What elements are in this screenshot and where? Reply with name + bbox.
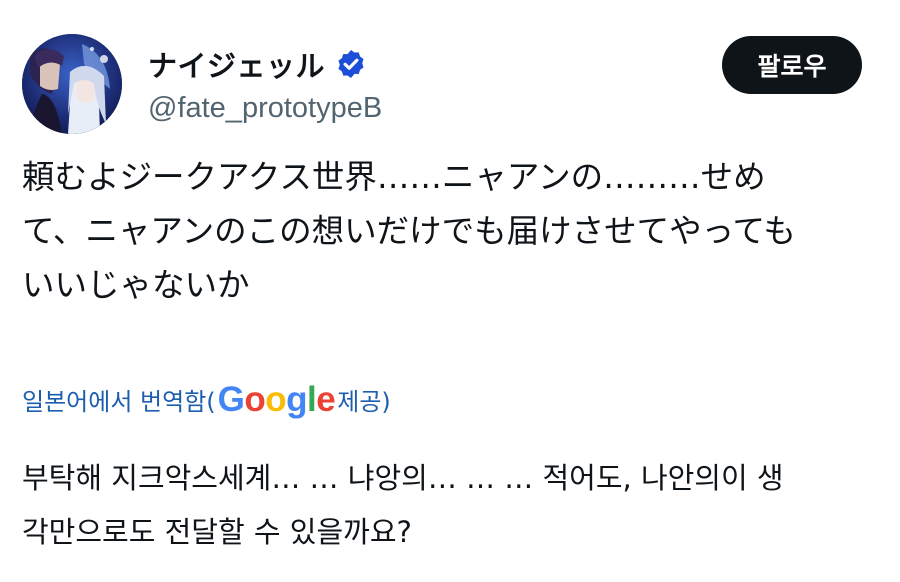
verified-badge-icon [335,48,367,80]
translation-attribution-link[interactable]: 일본어에서 번역함( Google 제공) [22,378,391,420]
tweet-text-line: 頼むよジークアクス世界……ニャアンの………せめ [22,158,766,196]
translated-text-line: 각만으로도 전달할 수 있을까요? [22,515,412,549]
author-handle[interactable]: @fate_prototypeB [148,92,382,125]
author-display-name[interactable]: ナイジェッル [148,43,325,85]
google-logo: Google [218,380,336,420]
tweet-text-line: いいじゃないか [22,266,250,304]
translation-prefix: 일본어에서 번역함( [22,387,216,416]
google-logo-letter: o [265,380,287,419]
author-name-row: ナイジェッル [148,44,367,84]
google-logo-letter: G [217,380,245,419]
google-logo-letter: e [316,380,336,419]
google-logo-letter: o [244,380,266,419]
translated-text-line: 부탁해 지크악스세계… … 냐앙의… … … 적어도, 나안의이 생 [22,461,784,495]
tweet-text: 頼むよジークアクス世界……ニャアンの………せめ て、ニャアンのこの想いだけでも届け… [22,150,872,312]
tweet-header: ナイジェッル @fate_prototypeB 팔로우 [22,34,862,134]
tweet-text-line: て、ニャアンのこの想いだけでも届けさせてやっても [22,212,796,250]
google-logo-letter: l [307,380,317,419]
profile-avatar-icon [22,34,122,134]
translation-suffix: 제공) [337,387,391,416]
translated-text: 부탁해 지크악스세계… … 냐앙의… … … 적어도, 나안의이 생각만으로도 … [22,451,872,559]
google-logo-letter: g [286,380,308,419]
avatar[interactable] [22,34,122,134]
follow-button[interactable]: 팔로우 [722,36,862,94]
